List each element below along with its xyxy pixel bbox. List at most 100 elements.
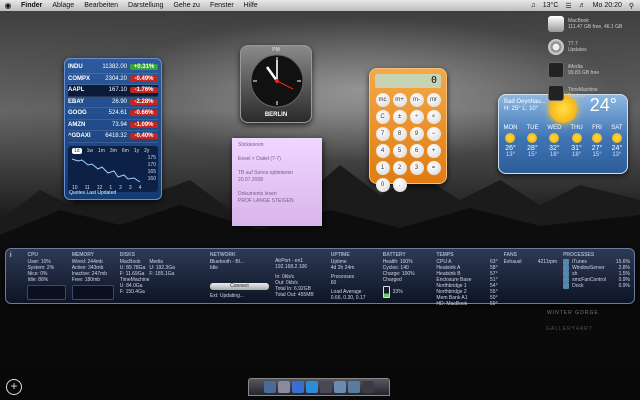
menu-gehe-zu[interactable]: Gehe zu [168, 2, 204, 9]
stock-change[interactable]: -0.49% [130, 75, 158, 82]
chart-range-tab[interactable]: 1m [98, 148, 105, 154]
stock-change[interactable]: -0.40% [130, 133, 158, 140]
stocks-footer[interactable]: Quotes Last Updated [69, 190, 116, 196]
forecast-day: TUE 28° 15° [526, 125, 538, 158]
music-icon[interactable]: ♫ [531, 2, 536, 9]
stock-row[interactable]: ^GDAXI 6418.32 -0.40% [68, 131, 158, 143]
connect-button[interactable]: Connect [209, 283, 270, 290]
dock-item[interactable] [334, 381, 346, 393]
sun-icon [549, 133, 560, 143]
calculator-key[interactable]: ± [392, 110, 407, 124]
calculator-key[interactable]: 6 [409, 144, 424, 158]
dock-item[interactable] [306, 381, 318, 393]
forecast-low: 13° [505, 152, 516, 158]
spotlight-icon[interactable]: ⚲ [629, 2, 634, 10]
calculator-key[interactable]: × [426, 110, 441, 124]
airport-ip: 192.168.2.106 [275, 264, 308, 270]
sticky-text: Stickiesoon Eesel > Datiel (7-7) TB auf … [238, 142, 316, 205]
chart-range-tab[interactable]: 2y [144, 148, 149, 154]
stock-change[interactable]: -0.66% [130, 110, 158, 117]
menu-hilfe[interactable]: Hilfe [239, 2, 263, 9]
menubar-clock[interactable]: Mo 20:20 [593, 2, 622, 9]
calculator-key[interactable]: 7 [375, 127, 390, 141]
dock-item[interactable] [348, 381, 360, 393]
stock-change[interactable]: -2.28% [130, 98, 158, 105]
calculator-key[interactable]: mc [375, 93, 390, 107]
stock-change[interactable]: -1.09% [130, 121, 158, 128]
calculator-key[interactable]: m+ [392, 93, 407, 107]
drive-timemachine[interactable]: TimeMachine Backup [548, 81, 640, 104]
clock-widget[interactable]: PM BERLIN [240, 45, 312, 123]
calculator-key[interactable]: 3 [409, 161, 424, 175]
dock-item[interactable] [264, 381, 276, 393]
calculator-key[interactable]: m- [409, 93, 424, 107]
calculator-key[interactable]: 4 [375, 144, 390, 158]
menu-finder[interactable]: Finder [16, 2, 47, 9]
menu-extras: ♫ 13°C ☰ ♬ Mo 20:20 ⚲ [531, 2, 640, 10]
stock-row[interactable]: COMPX 2304.20 -0.49% [68, 74, 158, 85]
menu-bar: ◉ Finder Ablage Bearbeiten Darstellung G… [0, 0, 640, 11]
forecast-low: 13° [612, 152, 622, 158]
stock-row[interactable]: INDU 11382.00 +0.31% [68, 62, 158, 74]
chart-range-tab[interactable]: 1d [72, 147, 82, 154]
disk-media: Media U: 192.3Ga F: 185.1Ga [149, 259, 175, 277]
calculator-keypad: mc m+ m-mr C ± ÷ × 7 8 9− 4 5 6 +1 2 3 = 0. [375, 93, 441, 192]
menubar-weather[interactable]: 13°C [543, 2, 559, 9]
calculator-key[interactable]: + [426, 144, 441, 158]
stock-row[interactable]: EBAY 26.90 -2.28% [68, 97, 158, 108]
calculator-key[interactable]: − [426, 127, 441, 141]
chart-range-tab[interactable]: 6m [122, 148, 129, 154]
calculator-key[interactable]: 2 [392, 161, 407, 175]
calculator-key[interactable]: 5 [392, 144, 407, 158]
volume-icon[interactable]: ♬ [579, 2, 586, 9]
weather-widget[interactable]: Bad Oeynhau... H: 25° L: 10° 24° MON 26° 1… [498, 94, 628, 174]
info-icon[interactable]: i [10, 252, 21, 259]
stock-row[interactable]: AMZN 73.94 -1.09% [68, 120, 158, 131]
drive-media[interactable]: iMedia 99.83 GB free [548, 58, 640, 81]
calculator-key[interactable]: 0 [375, 178, 390, 192]
menu-darstellung[interactable]: Darstellung [123, 2, 168, 9]
istat-cpu: CPU User: 10% System: 2% Nice: 0% Idle: … [27, 252, 66, 300]
stock-row[interactable]: GOOG 524.61 -0.66% [68, 108, 158, 120]
wifi-icon[interactable]: ☰ [565, 2, 571, 10]
apple-menu-icon[interactable]: ◉ [0, 1, 16, 10]
stock-change[interactable]: +0.31% [130, 64, 158, 71]
stock-price: 6418.32 [105, 133, 127, 140]
stock-change[interactable]: -1.76% [130, 87, 158, 94]
chart-range-tab[interactable]: 3m [110, 148, 117, 154]
calculator-key[interactable]: mr [426, 93, 441, 107]
istat-handle[interactable]: i [10, 252, 21, 300]
dock-item[interactable] [320, 381, 332, 393]
memory-free: Free: 180mb [71, 277, 101, 283]
calculator-widget[interactable]: 0 mc m+ m-mr C ± ÷ × 7 8 9− 4 5 6 +1 2 3 = 0. [369, 68, 447, 192]
drive-updates[interactable]: 77.7 Updates [548, 35, 640, 58]
calculator-key[interactable]: = [426, 161, 441, 175]
temp-value: 59° [490, 301, 498, 307]
dock-item[interactable] [278, 381, 290, 393]
x-tick: 2 [119, 184, 122, 191]
chart-range-tab[interactable]: 1y [134, 148, 139, 154]
weather-hilo: H: 25° L: 10° [504, 106, 539, 112]
calculator-key[interactable]: ÷ [409, 110, 424, 124]
calculator-key[interactable]: 1 [375, 161, 390, 175]
dock-item[interactable] [292, 381, 304, 393]
dock-item[interactable] [362, 381, 374, 393]
calculator-key[interactable]: 8 [392, 127, 407, 141]
drive-macbook[interactable]: MacBook 111.47 GB free, 46.1 GB [548, 12, 640, 35]
sticky-note[interactable]: Stickiesoon Eesel > Datiel (7-7) TB auf … [232, 138, 322, 226]
calculator-key[interactable]: 9 [409, 127, 424, 141]
menu-fenster[interactable]: Fenster [205, 2, 239, 9]
add-widget-button[interactable]: + [6, 379, 22, 395]
menu-bearbeiten[interactable]: Bearbeiten [79, 2, 123, 9]
calculator-key[interactable]: . [392, 178, 407, 192]
calculator-key[interactable]: C [375, 110, 390, 124]
istat-widget[interactable]: i CPU User: 10% System: 2% Nice: 0% Idle… [5, 248, 635, 307]
sun-icon [527, 133, 538, 143]
chart-range-tab[interactable]: 1w [87, 148, 93, 154]
istat-uptime: UPTIME Uptime 4d 2h 24m Processes 60 Loa… [331, 252, 377, 301]
stock-row[interactable]: AAPL 167.10 -1.76% [68, 85, 158, 97]
menu-ablage[interactable]: Ablage [47, 2, 79, 9]
y-tick: 160 [147, 175, 156, 182]
istat-battery: BATTERY Health: 100% Cycles: 140 Charge:… [382, 252, 431, 300]
stocks-widget[interactable]: INDU 11382.00 +0.31% COMPX 2304.20 -0.49% AAPL… [64, 58, 162, 200]
